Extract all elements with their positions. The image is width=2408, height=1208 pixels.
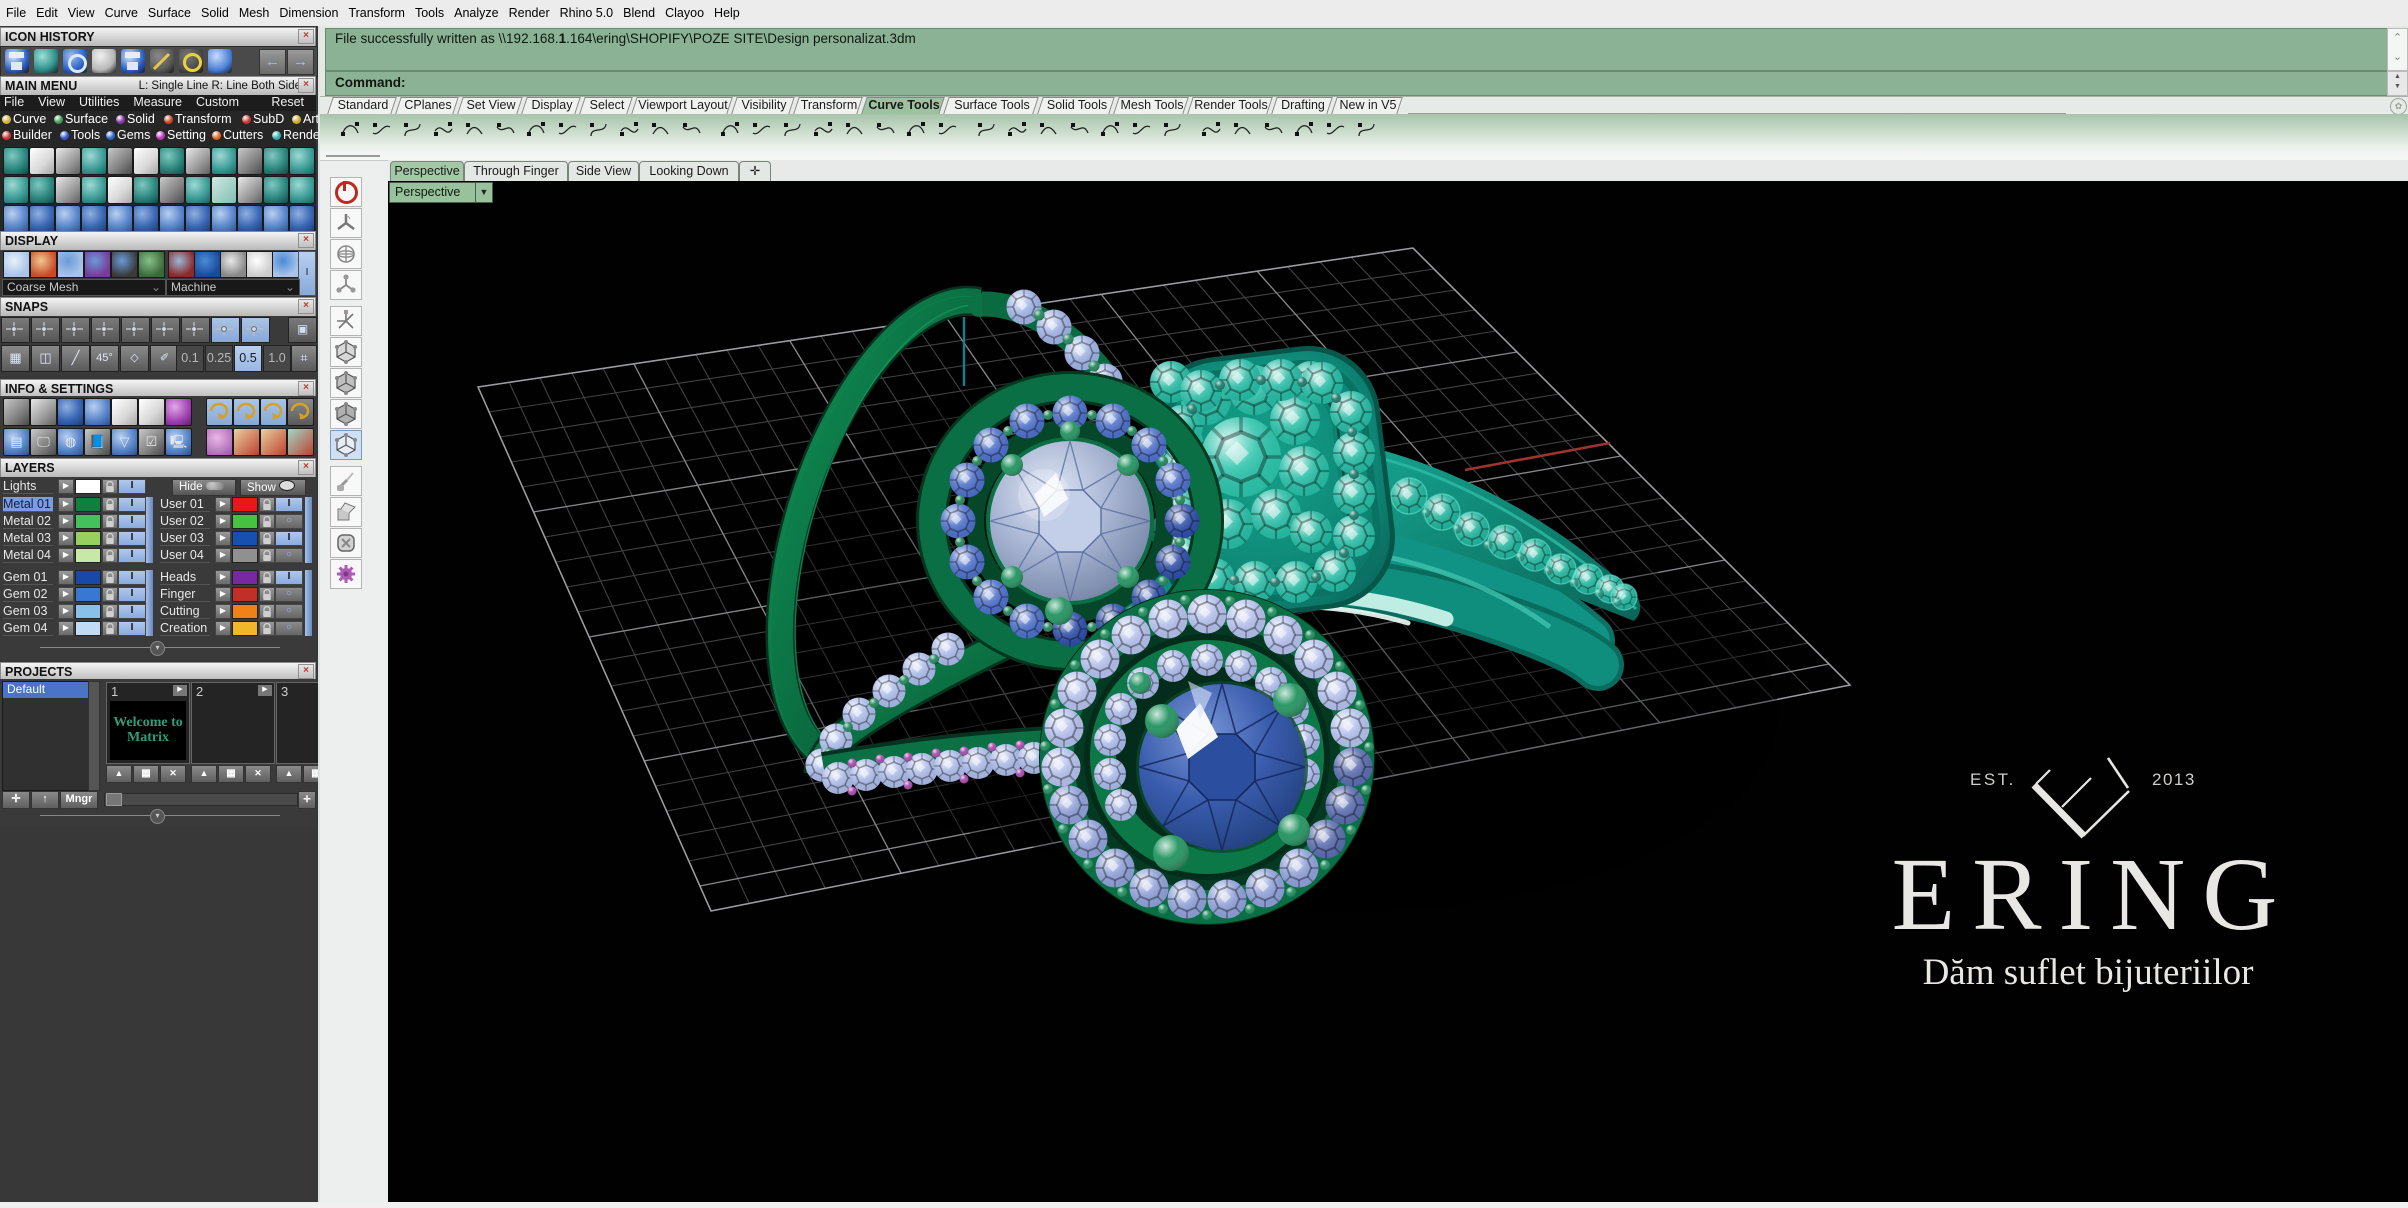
- svg-text:EST.: EST.: [1970, 770, 2016, 789]
- svg-text:Dăm suflet bijuteriilor: Dăm suflet bijuteriilor: [1923, 952, 2254, 993]
- svg-text:2013: 2013: [2152, 770, 2196, 789]
- svg-text:ERING: ERING: [1892, 837, 2295, 952]
